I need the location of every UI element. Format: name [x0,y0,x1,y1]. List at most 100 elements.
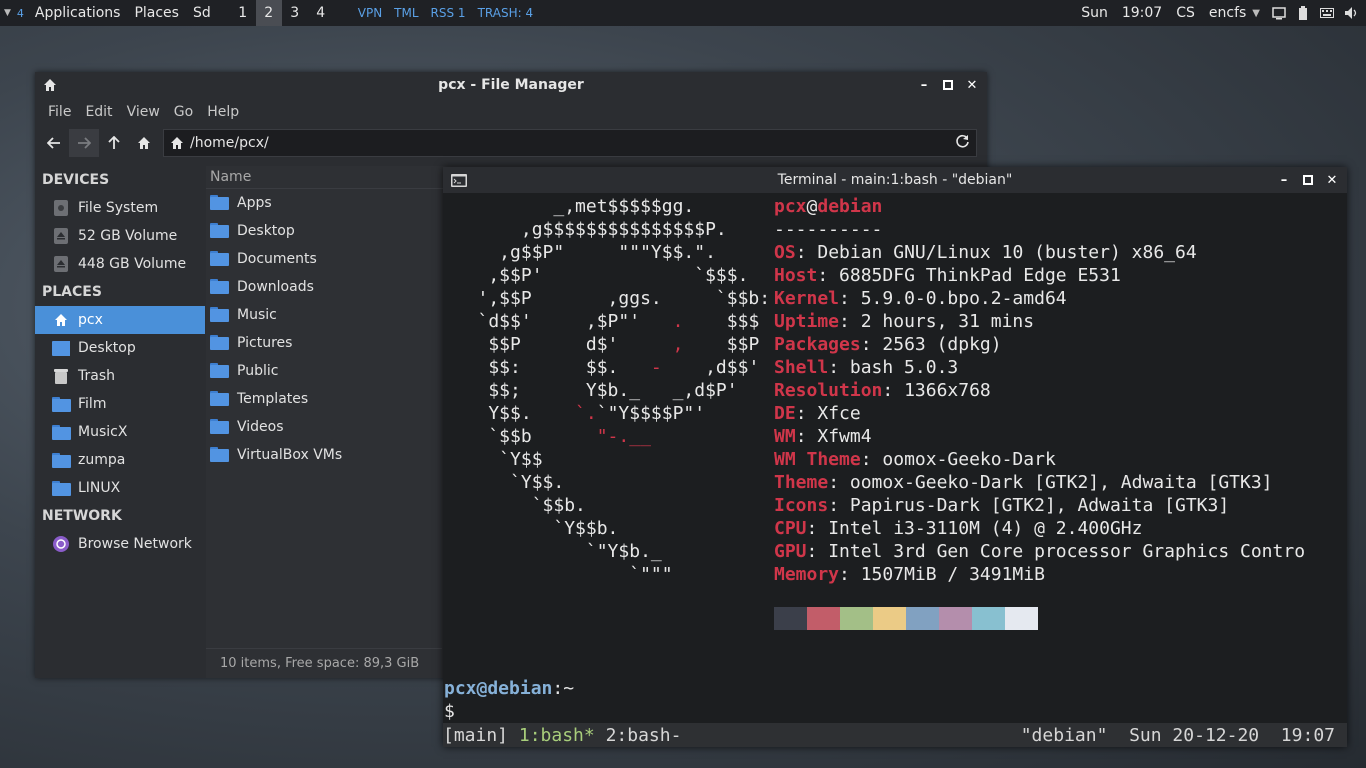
sidebar-item-label: 448 GB Volume [78,256,187,272]
minimize-button[interactable]: – [1277,173,1291,188]
trash-indicator[interactable]: TRASH: 4 [472,0,540,26]
trash-icon [52,368,70,384]
maximize-button[interactable] [941,78,955,92]
reload-icon[interactable] [955,134,970,153]
menu-edit[interactable]: Edit [78,104,119,120]
forward-button[interactable] [69,129,99,157]
file-manager-titlebar[interactable]: pcx - File Manager – ✕ [35,72,987,98]
eject-drive-icon [52,228,70,244]
sd-menu[interactable]: Sd [186,0,218,26]
menu-go[interactable]: Go [167,104,200,120]
sidebar-item-label: MusicX [78,424,128,440]
tmux-window-1[interactable]: 1:bash* [519,724,595,747]
desktop-folder-icon [210,223,230,239]
info-value: Intel 3rd Gen Core processor Graphics Co… [828,541,1306,562]
places-menu[interactable]: Places [127,0,186,26]
file-name: Downloads [237,279,314,295]
menu-help[interactable]: Help [200,104,246,120]
places-header: PLACES [42,284,102,300]
info-line: Uptime: 2 hours, 31 mins [774,311,1035,332]
menu-view[interactable]: View [120,104,167,120]
tmux-window-2[interactable]: 2:bash- [606,724,682,747]
battery-icon[interactable] [1296,6,1310,20]
applications-menu[interactable]: Applications [28,0,128,26]
tmux-status-right: "debian" Sun 20-12-20 19:07 [1020,724,1335,746]
back-button[interactable] [39,129,69,157]
workspace-1[interactable]: 1 [230,0,256,26]
sidebar-item-browse-network[interactable]: Browse Network [35,530,205,558]
info-key: Shell [774,357,829,378]
shell-prompt[interactable]: pcx@debian:~ $ [444,677,574,723]
home-button[interactable] [129,129,159,157]
workspace-4[interactable]: 4 [308,0,334,26]
info-key: GPU [774,541,807,562]
sidebar-item-linux[interactable]: LINUX [35,474,205,502]
folder-icon [210,195,230,211]
sidebar-item-label: Trash [78,368,115,384]
vpn-indicator[interactable]: VPN [352,0,388,26]
keyboard-icon[interactable] [1320,6,1334,20]
info-line: Kernel: 5.9.0-0.bpo.2-amd64 [774,288,1067,309]
terminal-titlebar[interactable]: Terminal - main:1:bash - "debian" – ✕ [443,167,1347,193]
downloads-folder-icon [210,279,230,295]
info-key: Theme [774,472,829,493]
sidebar-item-448gb-volume[interactable]: 448 GB Volume [35,250,205,278]
desktop-folder-icon [52,340,70,356]
info-key: Host [774,265,818,286]
close-button[interactable]: ✕ [1325,173,1339,188]
maximize-button[interactable] [1301,173,1315,187]
arrow-up-icon [108,136,120,149]
display-icon[interactable] [1272,6,1286,20]
close-button[interactable]: ✕ [965,78,979,93]
clock-day[interactable]: Sun [1074,0,1115,26]
workspace-3[interactable]: 3 [282,0,308,26]
info-value: 2563 (dpkg) [882,334,1002,355]
panel-menu-indicator[interactable]: ▼ 4 [0,0,28,26]
sidebar-item-zumpa[interactable]: zumpa [35,446,205,474]
rss-indicator[interactable]: RSS 1 [425,0,472,26]
sidebar-item-label: Browse Network [78,536,192,552]
info-key: DE [774,403,796,424]
sidebar-item-film[interactable]: Film [35,390,205,418]
palette-swatch [807,607,840,630]
palette-swatch [906,607,939,630]
info-key: Uptime [774,311,840,332]
window-title: Terminal - main:1:bash - "debian" [777,172,1013,188]
terminal-window[interactable]: Terminal - main:1:bash - "debian" – ✕ _,… [443,167,1347,747]
up-button[interactable] [99,129,129,157]
info-user: pcx [774,196,807,217]
info-host: debian [817,196,883,217]
tml-indicator[interactable]: TML [388,0,424,26]
palette-swatch [1005,607,1038,630]
clock-time[interactable]: 19:07 [1115,0,1169,26]
file-name: Apps [237,195,272,211]
sidebar-item-musicx[interactable]: MusicX [35,418,205,446]
sidebar-item-pcx[interactable]: pcx [35,306,205,334]
home-icon [52,312,70,328]
keyboard-layout[interactable]: CS [1169,0,1202,26]
sidebar-item-trash[interactable]: Trash [35,362,205,390]
sidebar-item-desktop[interactable]: Desktop [35,334,205,362]
triangle-down-icon: ▼ [4,8,11,18]
info-key: Kernel [774,288,840,309]
info-key: Packages [774,334,861,355]
location-bar[interactable]: /home/pcx/ [163,129,977,157]
sidebar-item-file-system[interactable]: File System [35,194,205,222]
sidebar-item-52gb-volume[interactable]: 52 GB Volume [35,222,205,250]
minimize-button[interactable]: – [917,78,931,93]
info-value: 1507MiB / 3491MiB [860,564,1045,585]
menu-file[interactable]: File [41,104,78,120]
info-key: CPU [774,518,807,539]
eject-drive-icon [52,256,70,272]
encfs-menu[interactable]: encfs ▼ [1202,0,1267,26]
info-value: Intel i3-3110M (4) @ 2.400GHz [828,518,1143,539]
info-line: Host: 6885DFG ThinkPad Edge E531 [774,265,1121,286]
palette-swatch [939,607,972,630]
file-name: Videos [237,419,284,435]
volume-icon[interactable] [1344,6,1358,20]
drive-icon [52,200,70,216]
music-folder-icon [210,307,230,323]
sidebar-item-label: pcx [78,312,103,328]
tmux-session[interactable]: [main] [443,724,508,747]
workspace-2[interactable]: 2 [255,0,282,26]
